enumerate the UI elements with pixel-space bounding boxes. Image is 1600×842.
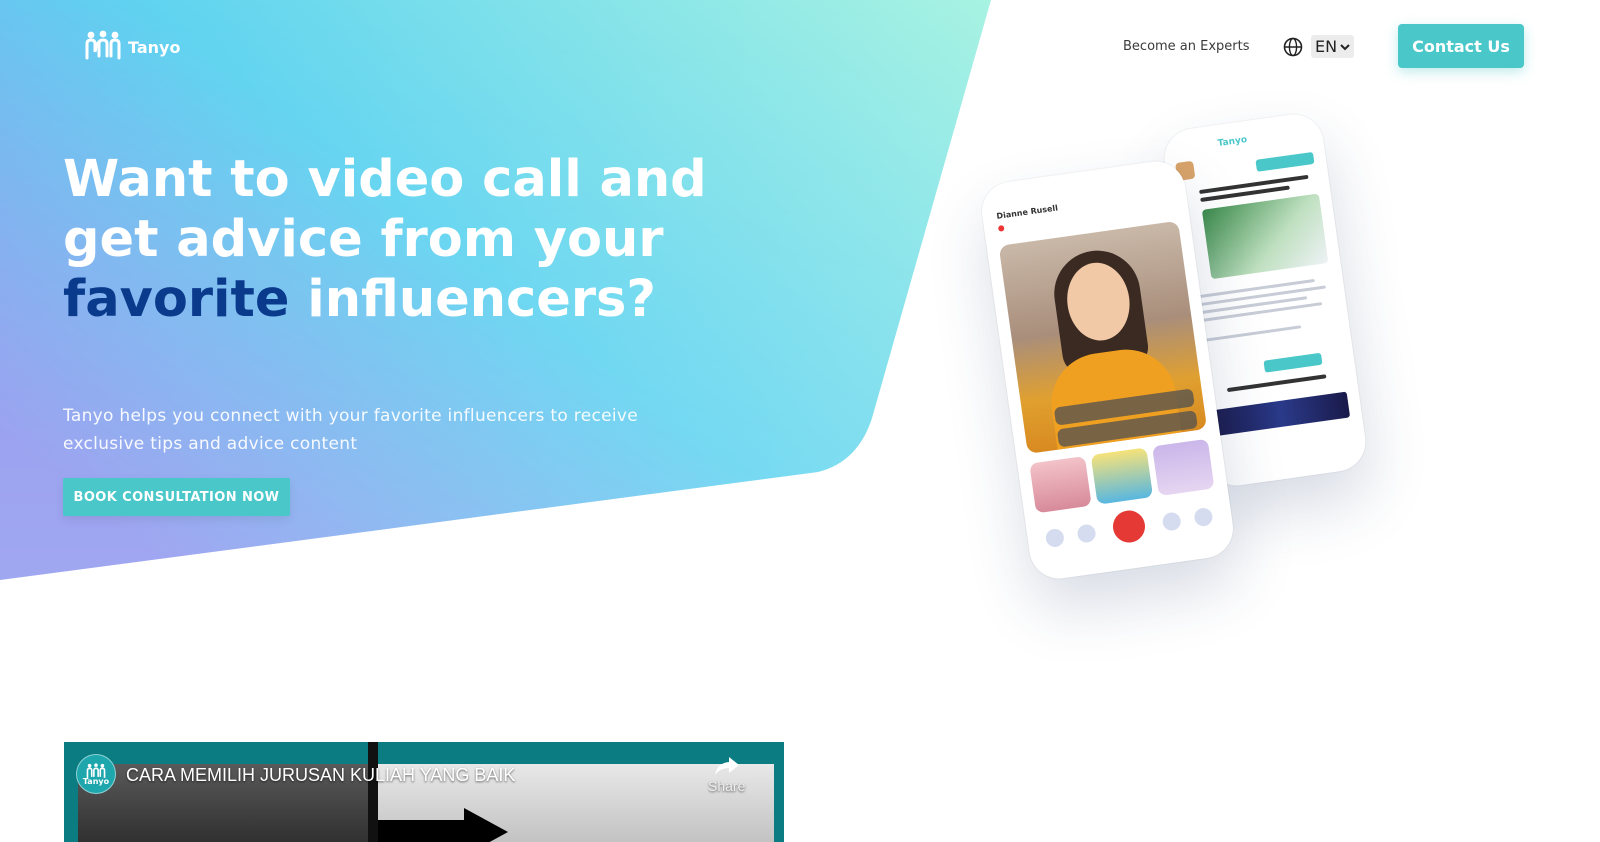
brand-logo[interactable]: Tanyo (84, 30, 180, 60)
channel-avatar[interactable]: Tanyo (76, 754, 116, 794)
stop-video-icon (1076, 523, 1097, 544)
hero-title: Want to video call and get advice from y… (63, 150, 743, 330)
hero-subtitle: Tanyo helps you connect with your favori… (63, 406, 639, 454)
phone-app-logo: Tanyo (1217, 134, 1248, 149)
share-button[interactable]: Share (708, 756, 745, 794)
book-consultation-button[interactable]: BOOK CONSULTATION NOW (63, 478, 290, 516)
phone-video-feed (998, 220, 1208, 454)
participant-thumbnails (1029, 438, 1215, 514)
live-indicator (997, 225, 1005, 232)
embedded-video-player[interactable]: Tanyo CARA MEMILIH JURUSAN KULIAH YANG B… (64, 742, 784, 842)
share-label: Share (708, 778, 746, 794)
become-expert-link[interactable]: Become an Experts (1123, 39, 1250, 54)
video-title[interactable]: CARA MEMILIH JURUSAN KULIAH YANG BAIK (126, 765, 515, 786)
participant-thumb (1152, 438, 1215, 497)
contact-us-button[interactable]: Contact Us (1398, 24, 1524, 68)
video-dark-bar (368, 742, 378, 842)
video-arrow-stem (378, 820, 464, 842)
channel-name: Tanyo (82, 776, 110, 786)
phone-feed-badge (1263, 352, 1323, 373)
phone-feed-thumbnail (1211, 391, 1351, 437)
phone-caller-name: Dianne Rusell (995, 203, 1059, 221)
app-phone-mockups: Tanyo Dianne Rusell (960, 95, 1430, 615)
chevron-down-icon (1340, 43, 1350, 50)
globe-icon (1283, 37, 1303, 56)
top-navigation: Tanyo Become an Experts EN Contact Us (0, 0, 1600, 94)
video-arrow (464, 808, 508, 842)
language-dropdown[interactable]: EN (1311, 35, 1355, 58)
phone-feed-text (1201, 325, 1302, 343)
phone-feed-image (1201, 193, 1329, 280)
participant-thumb (1090, 447, 1154, 505)
raise-icon (1193, 506, 1214, 528)
brand-name: Tanyo (128, 37, 181, 57)
language-selector[interactable]: EN (1283, 35, 1355, 58)
participant-thumb (1029, 456, 1092, 514)
share-icon (714, 757, 739, 775)
end-call-icon (1110, 508, 1148, 545)
volume-icon (1044, 527, 1066, 549)
tanyo-logo-icon (85, 30, 121, 60)
mute-icon (1161, 511, 1182, 532)
hero-title-part1: Want to video call and get advice from y… (63, 150, 707, 269)
hero-title-part2: influencers? (289, 270, 656, 329)
phone-feed-badge (1255, 151, 1315, 172)
language-value: EN (1315, 37, 1338, 56)
phone-feed-headline (1226, 374, 1327, 393)
hero-title-highlight: favorite (63, 270, 290, 329)
